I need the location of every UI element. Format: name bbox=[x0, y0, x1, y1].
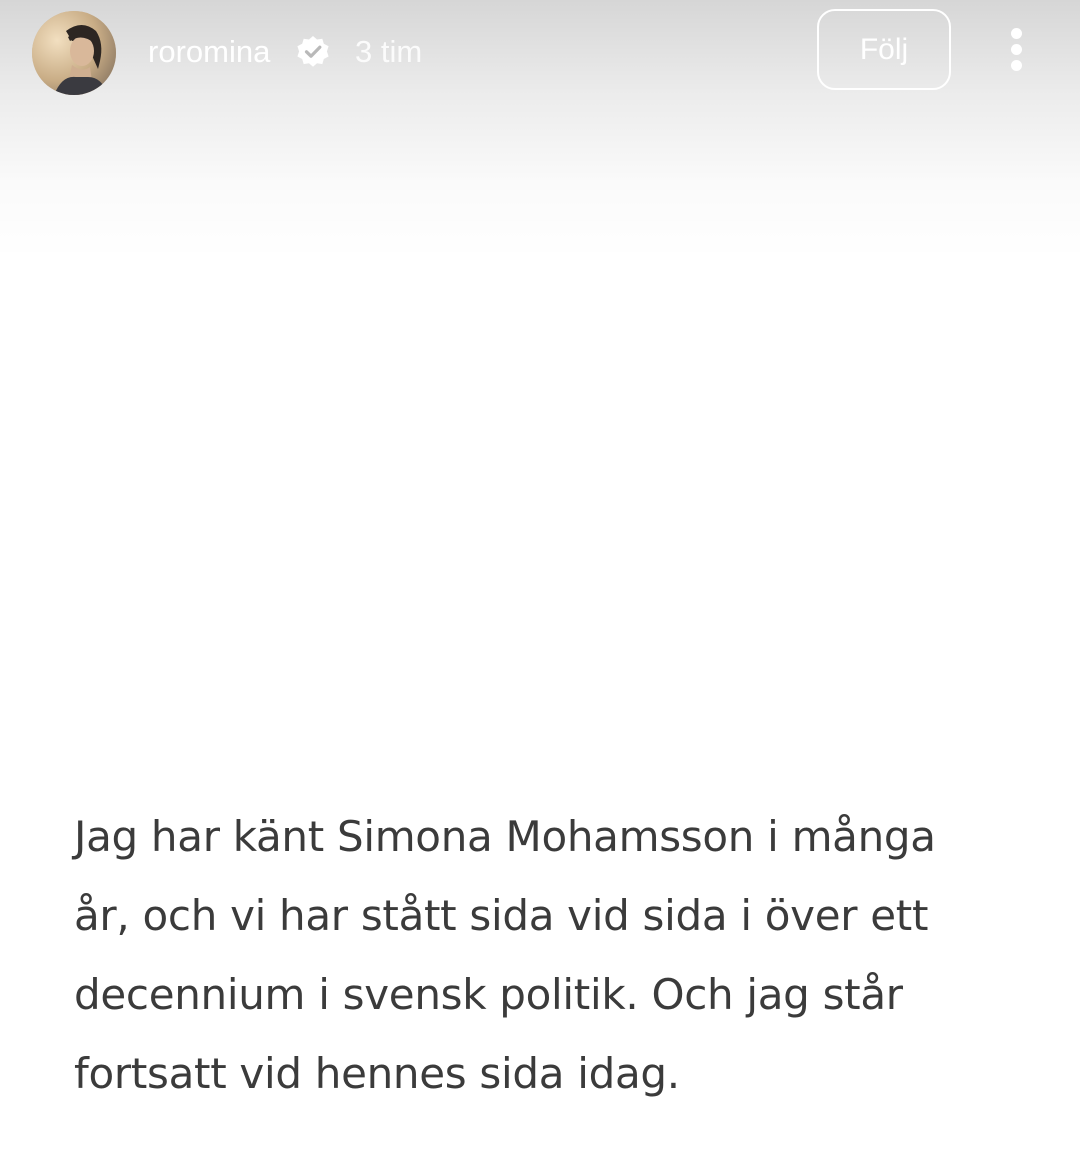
username[interactable]: roromina bbox=[148, 30, 270, 74]
post-time: 3 tim bbox=[355, 34, 423, 69]
story-text-line: år, och vi har stått sida vid sida i öve… bbox=[74, 891, 929, 940]
story-text-line: decennium i svensk politik. Och jag står bbox=[74, 970, 903, 1019]
follow-button[interactable]: Följ bbox=[817, 9, 951, 90]
dot-icon bbox=[1011, 60, 1022, 71]
avatar-photo bbox=[32, 11, 116, 95]
dot-icon bbox=[1011, 44, 1022, 55]
avatar[interactable] bbox=[32, 11, 116, 95]
verified-badge-icon bbox=[297, 36, 329, 67]
more-options-button[interactable] bbox=[998, 24, 1038, 76]
story-view[interactable]: roromina 3 tim Följ Jag har känt Simona … bbox=[0, 0, 1080, 1151]
story-text: Jag har känt Simona Mohamsson i många år… bbox=[74, 797, 1024, 1113]
story-text-line: Jag har känt Simona Mohamsson i många bbox=[74, 812, 936, 861]
dot-icon bbox=[1011, 28, 1022, 39]
story-header: roromina 3 tim Följ bbox=[0, 0, 1080, 104]
story-text-line: fortsatt vid hennes sida idag. bbox=[74, 1049, 680, 1098]
